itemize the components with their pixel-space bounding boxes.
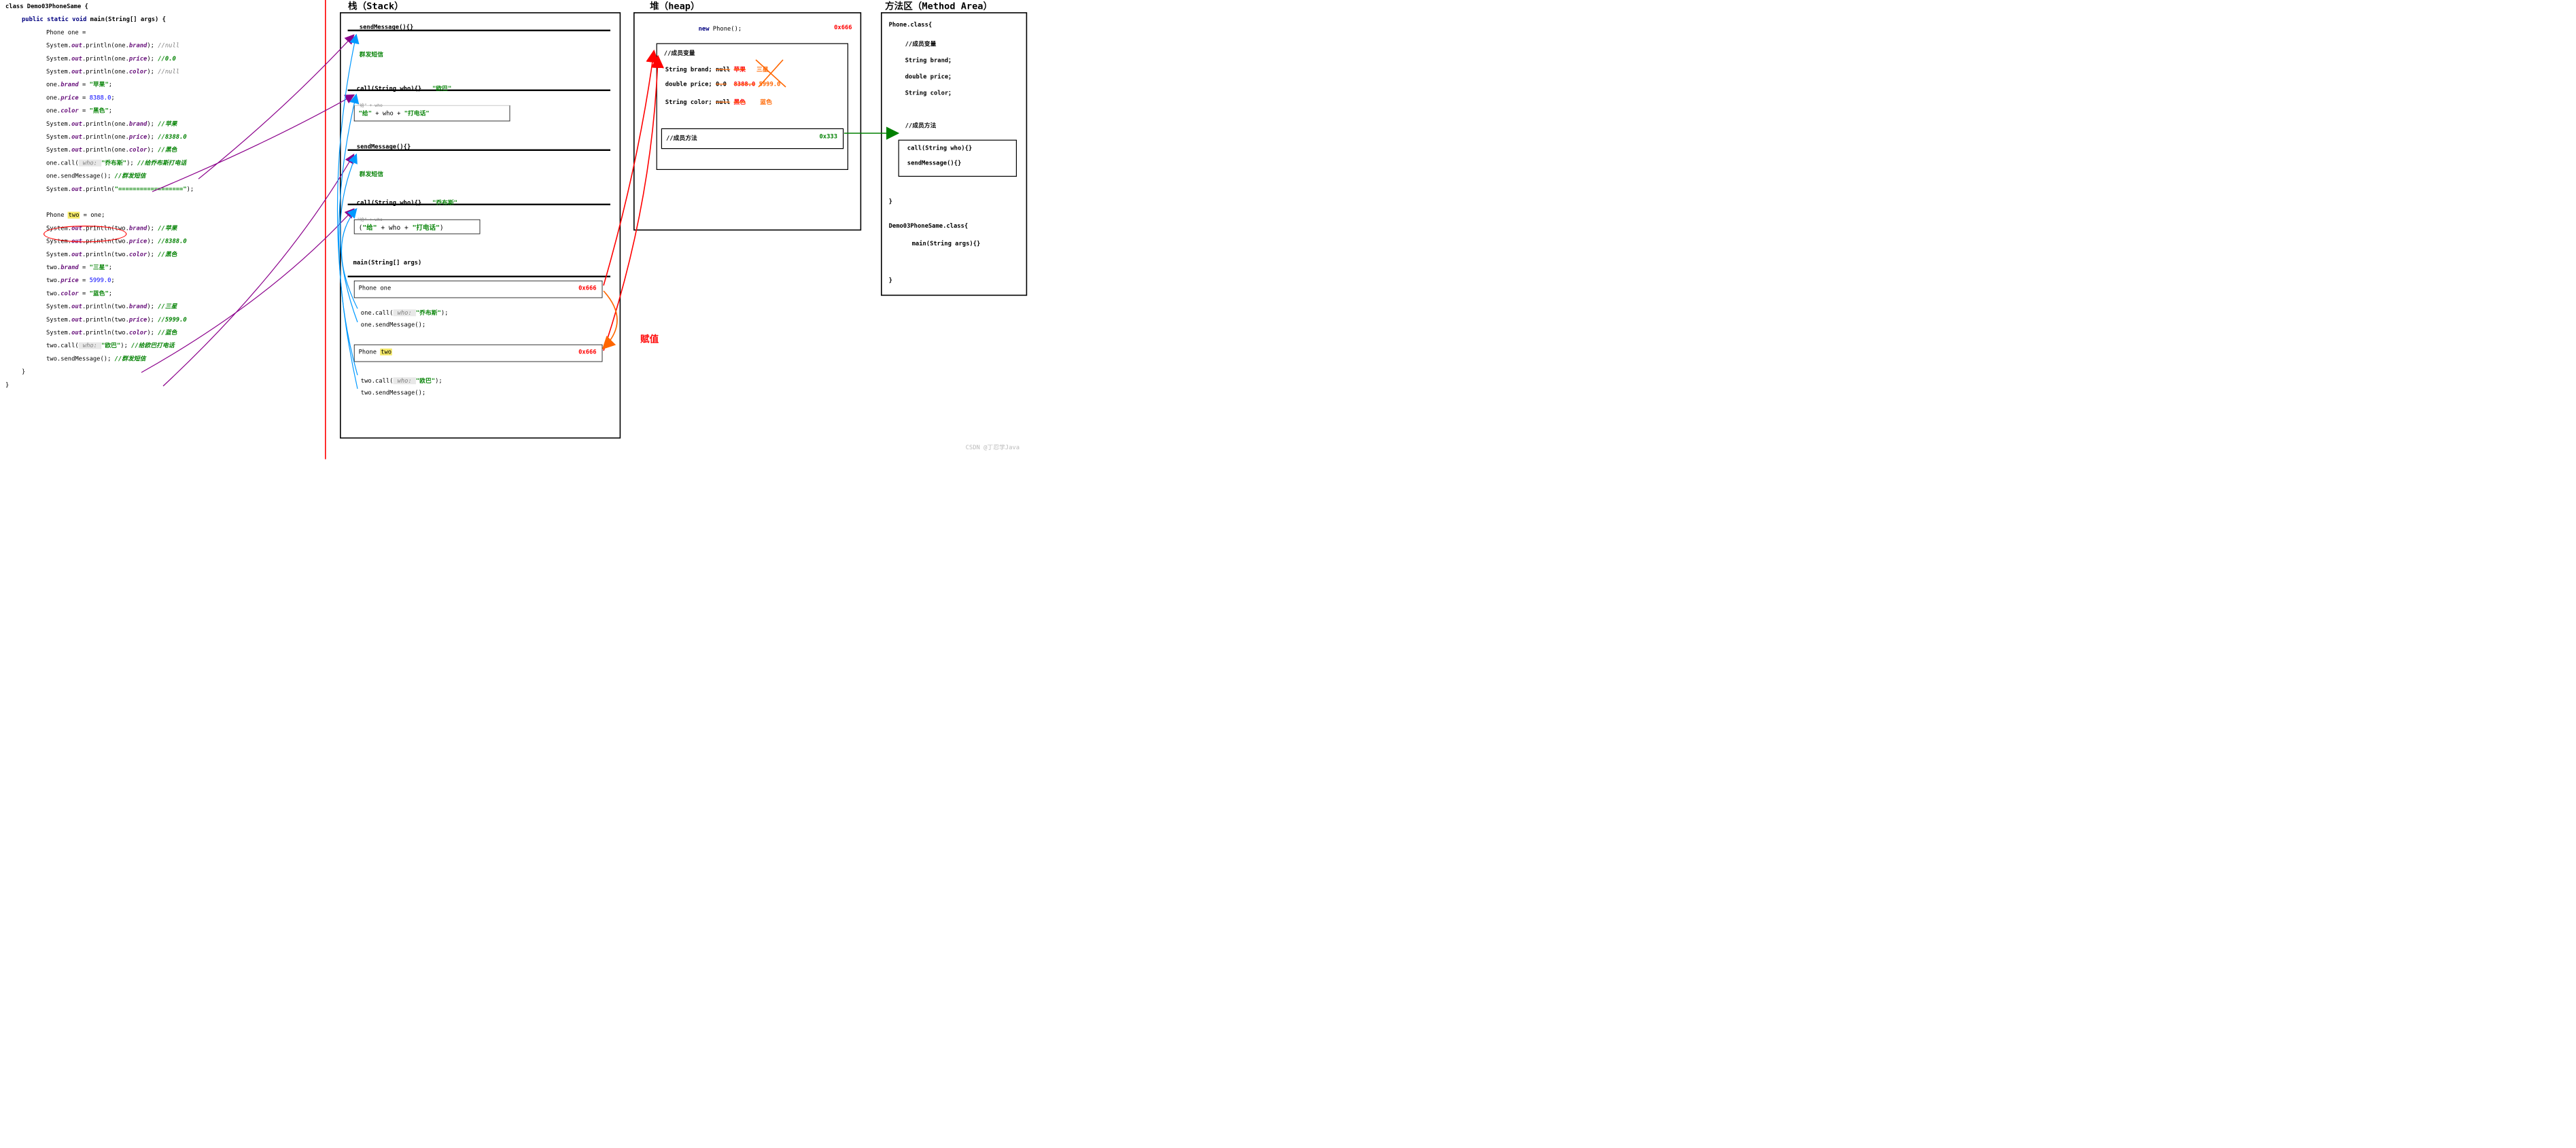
methodarea-title: 方法区（Method Area） bbox=[885, 0, 992, 12]
heap-panel: new Phone(); 0x666 //成员变量 String brand; … bbox=[633, 12, 861, 230]
heap-title: 堆（heap） bbox=[650, 0, 700, 12]
methodarea-panel: Phone.class{ //成员变量 String brand； double… bbox=[881, 12, 1027, 296]
watermark: CSDN @丁忍学Java bbox=[966, 442, 1020, 451]
stack-panel: sendMessage(){} 群发短信 call(String who){} … bbox=[340, 12, 621, 438]
assign-label: 赋值 bbox=[640, 332, 659, 345]
source-code: class Demo03PhoneSame { public static vo… bbox=[5, 0, 318, 392]
highlight-ellipse bbox=[43, 226, 126, 242]
divider-line bbox=[325, 0, 326, 459]
stack-title: 栈（Stack） bbox=[348, 0, 404, 12]
